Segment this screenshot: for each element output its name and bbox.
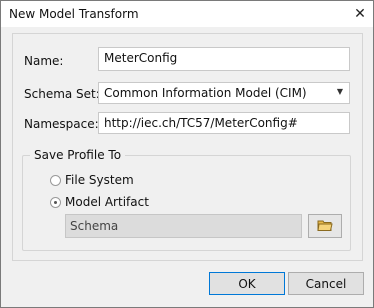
schema-set-dropdown[interactable]: Common Information Model (CIM) ▼ [98,82,350,104]
name-field[interactable]: MeterConfig [98,47,350,71]
folder-open-icon [317,218,333,235]
artifact-field: Schema [65,214,302,238]
schema-set-label: Schema Set: [24,87,100,101]
model-artifact-label[interactable]: Model Artifact [65,195,149,209]
file-system-label[interactable]: File System [65,173,134,187]
model-artifact-radio[interactable] [50,197,61,208]
save-profile-group-label: Save Profile To [30,148,126,162]
chevron-down-icon: ▼ [336,87,343,96]
namespace-field[interactable]: http://iec.ch/TC57/MeterConfig# [98,112,350,134]
cancel-button[interactable]: Cancel [288,272,364,295]
radio-selected-dot [54,201,57,204]
file-system-radio[interactable] [50,175,61,186]
browse-button[interactable] [308,214,342,238]
schema-set-value: Common Information Model (CIM) [104,86,307,100]
close-icon[interactable]: ✕ [347,1,373,27]
ok-button[interactable]: OK [209,272,285,295]
name-label: Name: [24,54,64,68]
dialog-window: New Model Transform ✕ Name: MeterConfig … [0,0,374,308]
dialog-title: New Model Transform [9,7,139,21]
namespace-label: Namespace: [24,117,99,131]
title-bar: New Model Transform ✕ [1,1,373,27]
